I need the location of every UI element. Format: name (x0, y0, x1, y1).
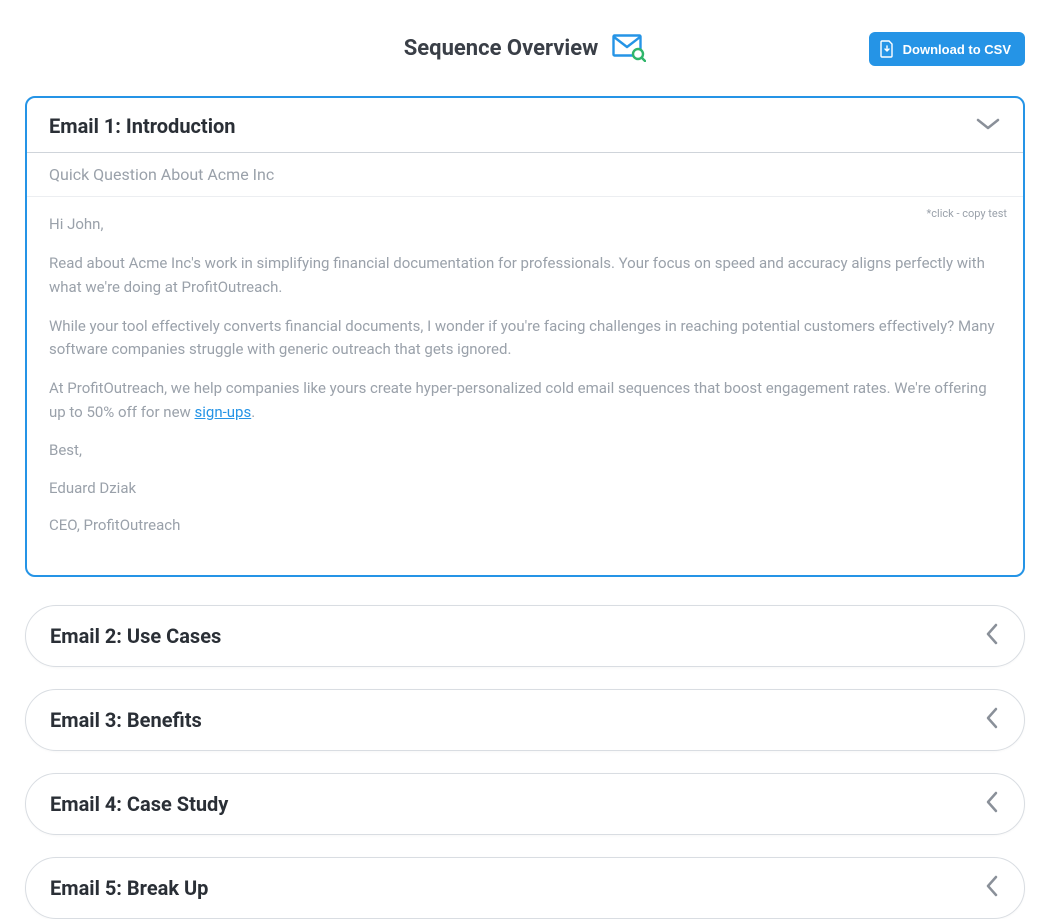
email-row-3-title: Email 3: Benefits (50, 708, 202, 732)
chevron-left-icon (984, 622, 1000, 650)
email-row-4-title: Email 4: Case Study (50, 792, 228, 816)
chevron-left-icon (984, 706, 1000, 734)
email-greeting: Hi John, (49, 213, 1001, 236)
page-title: Sequence Overview (404, 36, 598, 61)
email-paragraph: While your tool effectively converts fin… (49, 315, 1001, 362)
email-row-5[interactable]: Email 5: Break Up (25, 857, 1025, 919)
email-signature-line: Best, (49, 440, 1001, 462)
email-card-1-body[interactable]: *click - copy test Hi John, Read about A… (27, 196, 1023, 575)
download-csv-label: Download to CSV (903, 42, 1011, 57)
email-row-3[interactable]: Email 3: Benefits (25, 689, 1025, 751)
email-row-2[interactable]: Email 2: Use Cases (25, 605, 1025, 667)
email-row-2-title: Email 2: Use Cases (50, 624, 221, 648)
download-csv-button[interactable]: Download to CSV (869, 32, 1025, 66)
chevron-left-icon (984, 790, 1000, 818)
email-card-1: Email 1: Introduction Quick Question Abo… (25, 96, 1025, 577)
email-signature-line: Eduard Dziak (49, 478, 1001, 500)
email-card-1-title: Email 1: Introduction (49, 114, 236, 138)
download-icon (879, 40, 895, 58)
email-signature-line: CEO, ProfitOutreach (49, 515, 1001, 537)
mail-search-icon (612, 34, 646, 62)
page-header: Sequence Overview Download to CSV (25, 28, 1025, 68)
copy-hint: *click - copy test (927, 205, 1007, 222)
email-row-5-title: Email 5: Break Up (50, 876, 208, 900)
email-row-4[interactable]: Email 4: Case Study (25, 773, 1025, 835)
signups-link[interactable]: sign-ups (195, 403, 252, 421)
email-card-1-header[interactable]: Email 1: Introduction (27, 98, 1023, 152)
email-card-1-subject: Quick Question About Acme Inc (27, 152, 1023, 196)
email-paragraph: Read about Acme Inc's work in simplifyin… (49, 252, 1001, 299)
chevron-down-icon (975, 116, 1001, 136)
chevron-left-icon (984, 874, 1000, 902)
email-paragraph: At ProfitOutreach, we help companies lik… (49, 377, 1001, 424)
